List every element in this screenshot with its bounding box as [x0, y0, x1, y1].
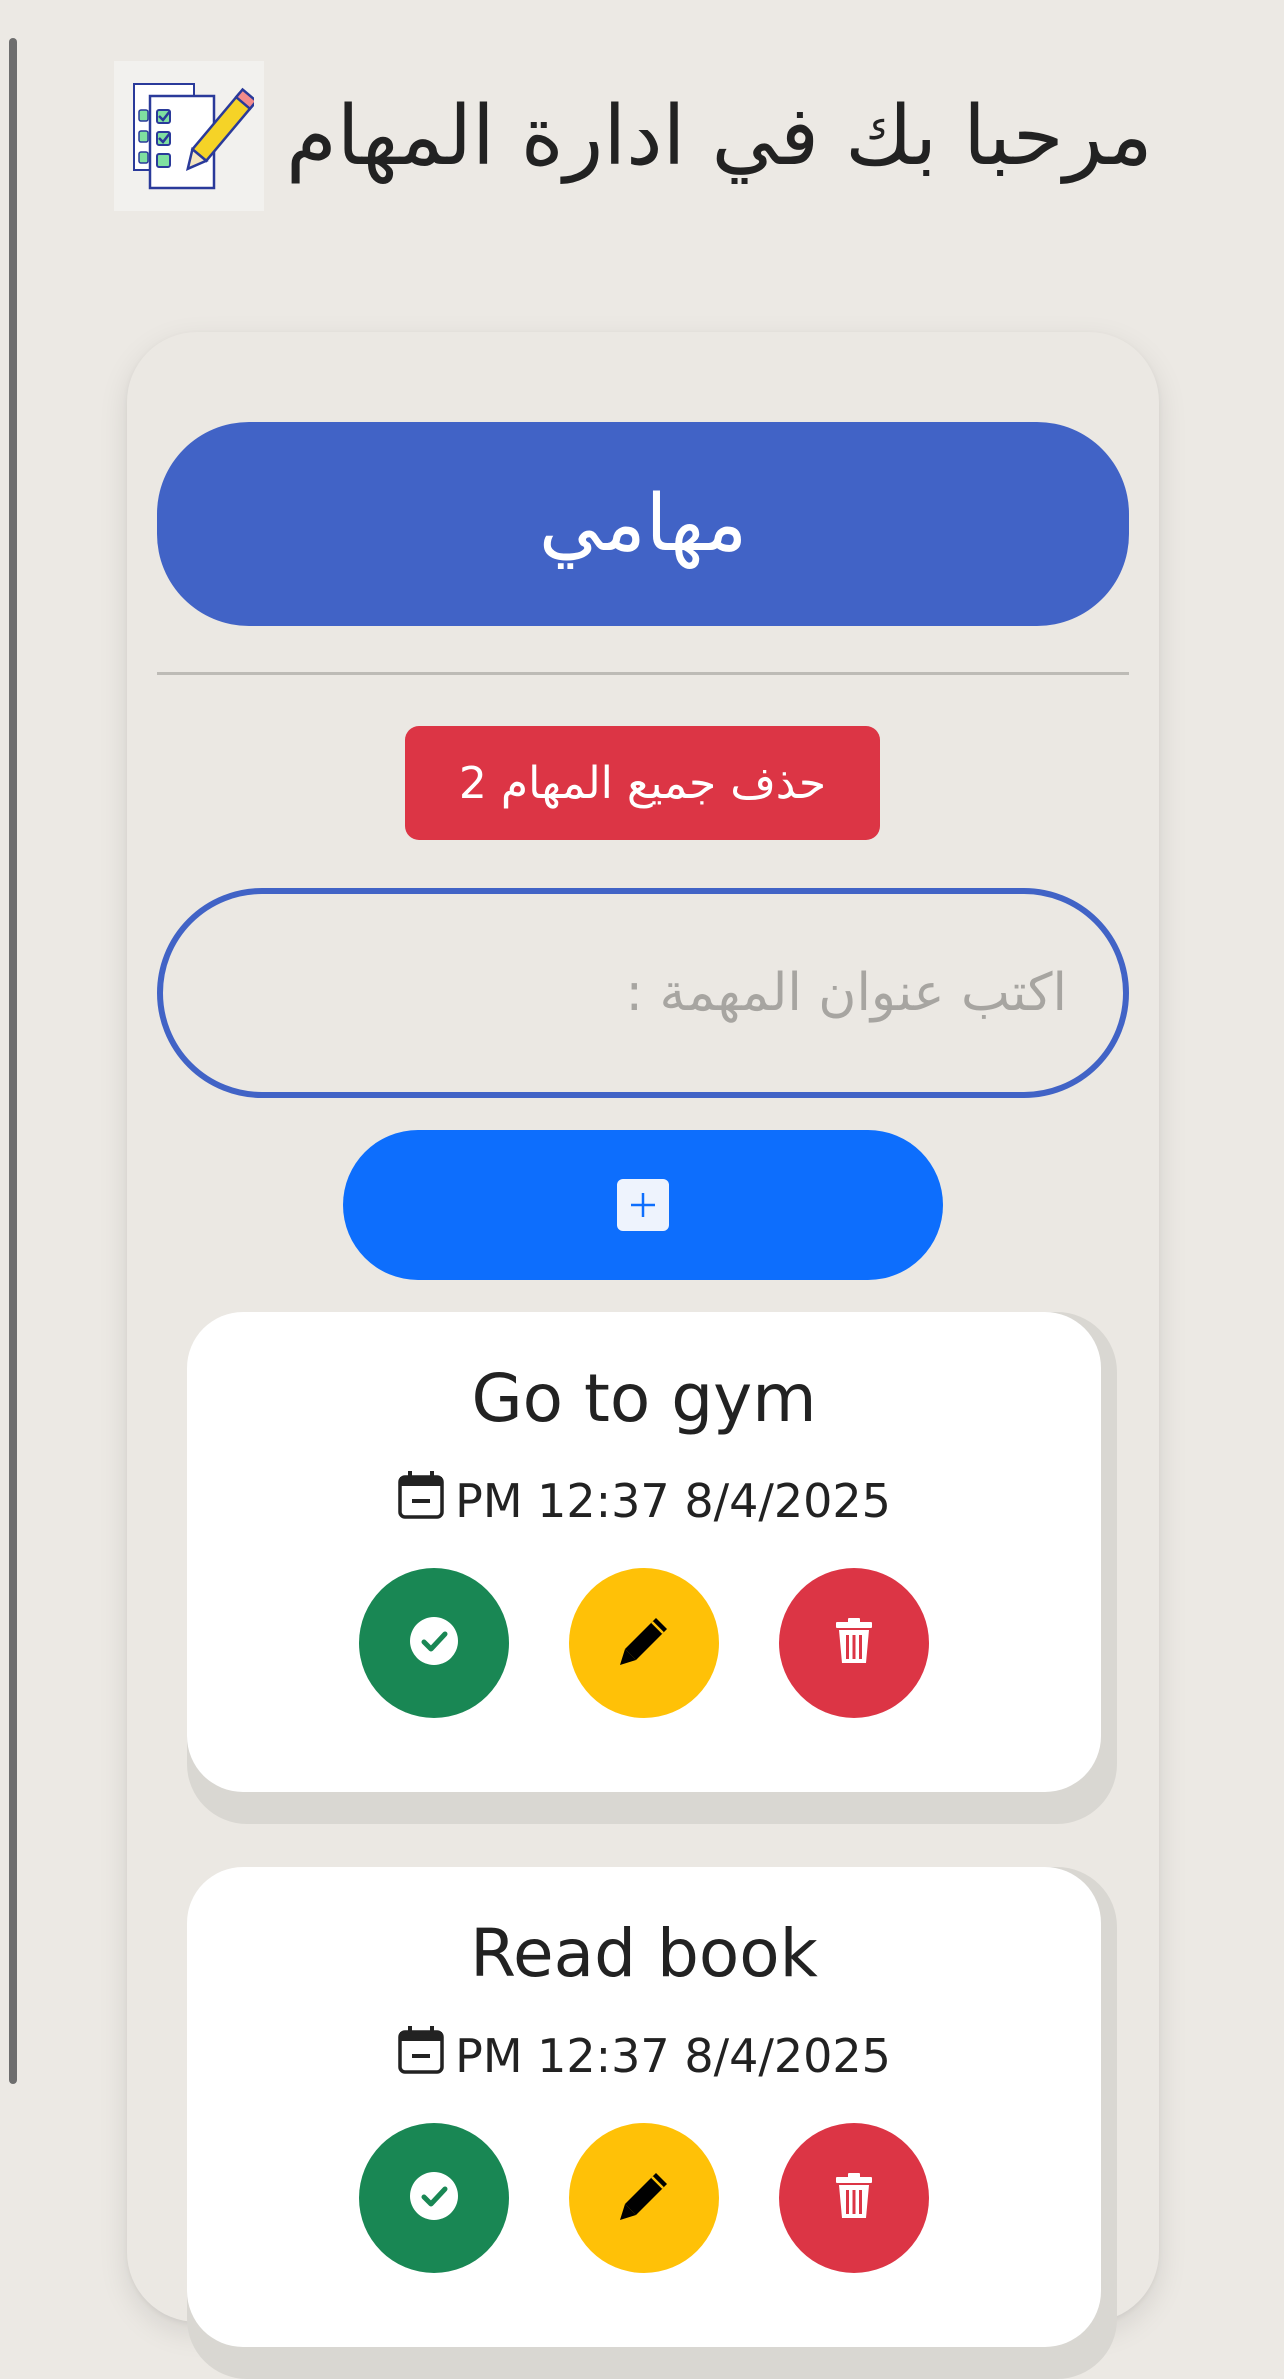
task-title-input[interactable] [157, 888, 1129, 1098]
complete-task-button[interactable] [359, 1568, 509, 1718]
edit-task-button[interactable] [569, 2123, 719, 2273]
divider [157, 672, 1129, 675]
page-title: مرحبا بك في ادارة المهام [286, 88, 1154, 184]
check-circle-icon [409, 1616, 459, 1670]
calendar-icon [397, 1470, 445, 1531]
task-title: Go to gym [471, 1360, 817, 1437]
check-circle-icon [409, 2171, 459, 2225]
calendar-icon [397, 2025, 445, 2086]
delete-all-button[interactable]: حذف جميع المهام 2 [405, 726, 880, 840]
delete-task-button[interactable] [779, 1568, 929, 1718]
delete-task-button[interactable] [779, 2123, 929, 2273]
pencil-icon [617, 2169, 671, 2227]
task-title: Read book [470, 1915, 818, 1992]
tasks-heading: مهامي [157, 422, 1129, 626]
task-card: Read book PM 12:37 8/4/2025 [187, 1867, 1101, 2347]
task-date: PM 12:37 8/4/2025 [187, 2025, 1101, 2086]
task-actions [187, 2123, 1101, 2273]
complete-task-button[interactable] [359, 2123, 509, 2273]
task-date-text: PM 12:37 8/4/2025 [455, 2028, 891, 2083]
task-card: Go to gym PM 12:37 8/4/2025 [187, 1312, 1101, 1792]
task-date: PM 12:37 8/4/2025 [187, 1470, 1101, 1531]
tasks-panel: مهامي حذف جميع المهام 2 Go to gym PM 12:… [127, 332, 1159, 2379]
trash-icon [834, 2172, 874, 2224]
tasks-logo-icon [114, 61, 264, 211]
edit-task-button[interactable] [569, 1568, 719, 1718]
trash-icon [834, 1617, 874, 1669]
add-task-button[interactable] [343, 1130, 943, 1280]
pencil-icon [617, 1614, 671, 1672]
task-actions [187, 1568, 1101, 1718]
plus-icon [617, 1179, 669, 1231]
header: مرحبا بك في ادارة المهام [114, 60, 1194, 212]
scrollbar[interactable] [9, 38, 17, 2084]
task-date-text: PM 12:37 8/4/2025 [455, 1473, 891, 1528]
